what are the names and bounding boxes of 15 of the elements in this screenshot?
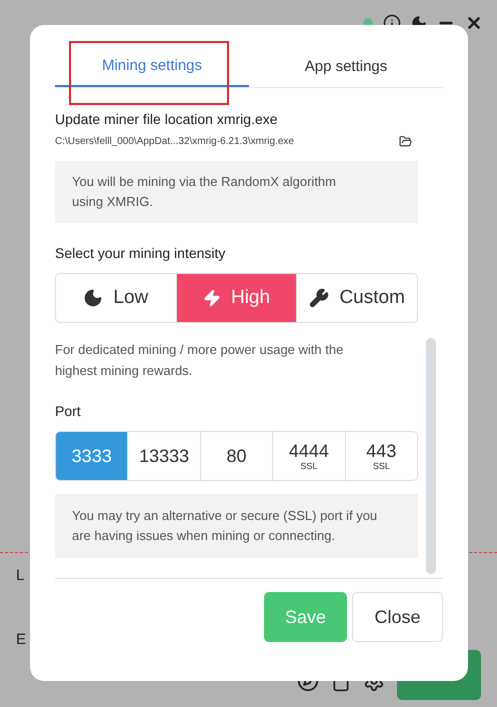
tab[interactable]: App settings bbox=[249, 47, 443, 87]
file-path: C:\Users\felll_000\AppDat...32\xmrig-6.21.3\xmrig.exe bbox=[55, 135, 294, 149]
section-heading: Update miner file location xmrig.exe bbox=[55, 110, 279, 128]
close-button[interactable]: Close bbox=[352, 592, 443, 642]
intensity-description: For dedicated mining / more power usage with the highest mining rewards. bbox=[55, 341, 344, 380]
port-option[interactable]: 443 SSL bbox=[344, 432, 417, 480]
intensity-option[interactable]: High bbox=[176, 274, 296, 322]
tab[interactable]: Mining settings bbox=[55, 47, 249, 87]
stat-label: L bbox=[16, 567, 26, 585]
field-label: Select your mining intensity bbox=[55, 244, 226, 263]
intensity-option[interactable]: Custom bbox=[296, 274, 417, 322]
stat-label: E bbox=[16, 631, 26, 649]
info-note: You will be mining via the RandomX algorithm using XMRIG. bbox=[55, 161, 418, 223]
field-label: Port bbox=[55, 402, 82, 421]
info-note: You may try an alternative or secure (SSL) port if you are having issues when mining or connecting. bbox=[55, 494, 418, 558]
